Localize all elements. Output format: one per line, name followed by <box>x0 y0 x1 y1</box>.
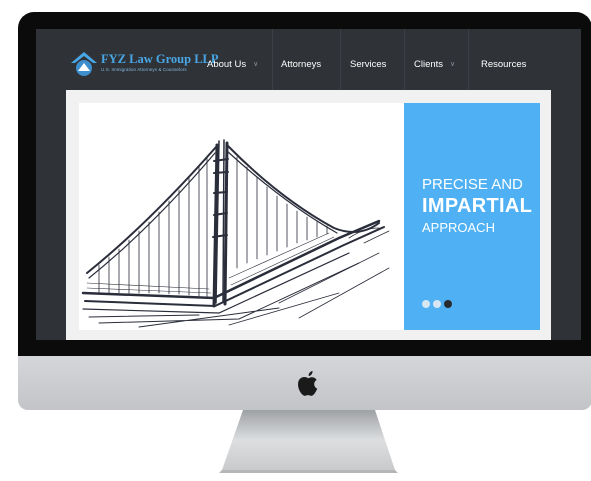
nav-item-clients[interactable]: Clients ∨ <box>414 59 455 70</box>
monitor-stand <box>219 410 398 473</box>
hero-slide: PRECISE AND IMPARTIAL APPROACH <box>79 103 540 330</box>
apple-logo-icon <box>298 371 318 396</box>
promo-headline-bottom: APPROACH <box>422 220 495 235</box>
promo-headline-main: IMPARTIAL <box>422 195 533 217</box>
slider-dot[interactable] <box>433 300 441 308</box>
nav-item-label: Services <box>350 59 387 70</box>
brand-name: FYZ Law Group LLP <box>101 52 219 66</box>
slider-dot-active[interactable] <box>444 300 452 308</box>
nav-item-attorneys[interactable]: Attorneys <box>281 59 321 70</box>
promo-panel: PRECISE AND IMPARTIAL APPROACH <box>404 103 540 330</box>
promo-headline-top: PRECISE AND <box>422 176 523 193</box>
nav-divider <box>404 29 405 92</box>
logo-mark-icon <box>71 52 97 76</box>
chevron-down-icon: ∨ <box>253 61 259 68</box>
nav-divider <box>272 29 273 92</box>
website-screen: FYZ Law Group LLP U.S. Immigration Attor… <box>36 29 581 340</box>
site-navbar: FYZ Law Group LLP U.S. Immigration Attor… <box>36 29 581 92</box>
nav-divider <box>468 29 469 92</box>
nav-item-services[interactable]: Services <box>350 59 386 70</box>
nav-item-resources[interactable]: Resources <box>481 59 526 70</box>
chevron-down-icon: ∨ <box>450 61 456 68</box>
hero-slider: PRECISE AND IMPARTIAL APPROACH <box>66 90 551 340</box>
nav-item-label: About Us <box>207 59 247 70</box>
bridge-sketch-image <box>81 139 390 328</box>
nav-item-label: Clients <box>414 59 444 70</box>
brand-tagline: U.S. Immigration Attorneys & Counselors <box>101 67 187 72</box>
nav-item-label: Resources <box>481 59 527 70</box>
nav-item-about-us[interactable]: About Us ∨ <box>207 59 258 70</box>
nav-divider <box>340 29 341 92</box>
slider-dot[interactable] <box>422 300 430 308</box>
nav-item-label: Attorneys <box>281 59 322 70</box>
